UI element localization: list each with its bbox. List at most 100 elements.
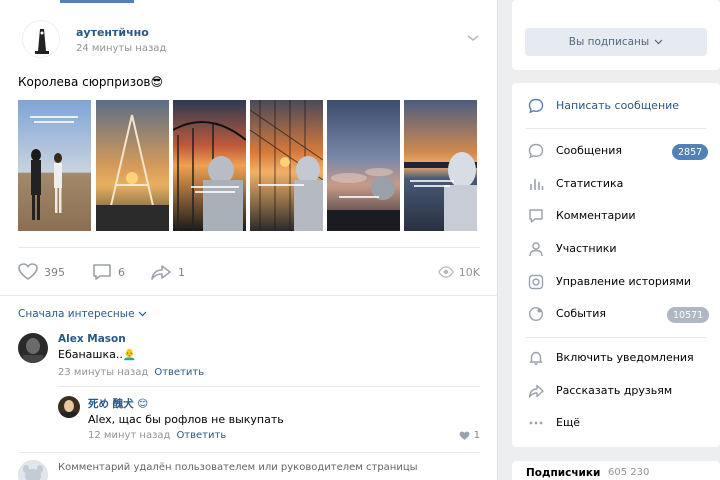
chat-icon [528,143,544,159]
comment-bubble-icon [93,264,111,280]
community-actions-menu: Написать сообщение Сообщения 2857 Статис… [512,83,720,447]
chevron-down-icon [138,311,146,317]
like-count: 395 [44,265,65,279]
messages-badge: 2857 [672,144,709,160]
menu-write-message[interactable]: Написать сообщение [512,91,720,121]
share-button[interactable]: 1 [150,262,185,282]
menu-label: События [556,307,607,320]
lighthouse-icon [23,21,59,57]
stats-icon [530,179,544,190]
deleted-comment-text: Комментарий удалён пользователем или рук… [58,462,418,473]
heart-icon [18,263,38,280]
chevron-down-icon [654,39,663,45]
heart-icon [459,431,470,440]
avatar[interactable] [18,333,48,363]
views-counter: 10K [438,262,480,282]
menu-comments[interactable]: Комментарии [512,201,720,231]
comment-count: 6 [118,265,125,279]
menu-events[interactable]: События 10571 [512,299,720,329]
photo-bridge-sunset-icon [173,100,246,231]
comment-divider [58,386,480,387]
post-actions: 395 6 1 10K [18,262,480,282]
followers-count: 605 230 [608,467,650,478]
eye-icon [438,266,454,278]
comment-time[interactable]: 23 минуты назад [58,367,148,378]
menu-stories[interactable]: Управление историями [512,267,720,297]
comment-text: Ебанашка..👨‍🦲 [58,348,137,361]
comment-reply-item: 死め 醜犬 😊 Alex, щас бы рофлов не выкупать … [58,394,480,444]
followers-card[interactable]: Подписчики 605 230 [512,461,720,480]
reply-button[interactable]: Ответить [176,430,226,441]
post-text: Королева сюрпризов😎 [18,75,163,89]
subscribed-button[interactable]: Вы подписаны [525,28,707,56]
menu-messages[interactable]: Сообщения 2857 [512,136,720,166]
menu-label: Рассказать друзьям [556,384,673,397]
photo-clouds-icon [327,100,400,231]
menu-divider [526,128,706,129]
menu-label: Написать сообщение [556,99,680,112]
menu-more[interactable]: Ещё [512,408,720,438]
menu-enable-notifications[interactable]: Включить уведомления [512,343,720,373]
comment-icon [529,209,543,223]
photo-river-hood-icon [404,100,477,231]
post-menu-chevron-icon[interactable] [466,28,480,41]
user-icon [529,242,543,257]
followers-label: Подписчики [526,467,601,479]
post-header: аутентйчно 24 минуты назад [18,18,488,62]
share-count: 1 [178,265,185,279]
subscribed-label: Вы подписаны [568,36,650,48]
comments-sort-dropdown[interactable]: Сначала интересные [18,308,147,320]
photo-3[interactable] [173,100,246,231]
tab-indicator [60,0,134,3]
bell-icon [529,351,543,365]
community-avatar[interactable] [22,20,60,58]
menu-statistics[interactable]: Статистика [512,169,720,199]
comment-author[interactable]: Alex Mason [58,333,126,345]
deleted-comment: Комментарий удалён пользователем или рук… [18,458,480,480]
more-icon [529,421,543,425]
photo-2[interactable] [96,100,169,231]
like-button[interactable]: 395 [18,262,65,282]
comment-author[interactable]: 死め 醜犬 😊 [88,396,148,411]
menu-label: Комментарии [556,209,636,222]
post-author[interactable]: аутентйчно [76,26,149,39]
comment-button[interactable]: 6 [92,262,125,282]
menu-label: Включить уведомления [556,351,694,364]
comment-text: Alex, щас бы рофлов не выкупать [88,413,284,426]
comments-divider [0,295,498,296]
menu-label: Сообщения [556,144,623,157]
menu-divider [526,337,706,338]
deactivated-dog-icon [18,460,48,480]
stories-icon [528,274,544,290]
menu-tell-friends[interactable]: Рассказать друзьям [512,376,720,406]
post-divider [18,247,480,248]
subscribe-card: Вы подписаны [512,0,720,70]
comment-meta: 23 минуты назад Ответить [58,367,204,378]
events-badge: 10571 [667,307,710,323]
avatar-placeholder [18,460,48,480]
user-photo-icon [58,396,80,418]
photo-5[interactable] [327,100,400,231]
sort-label: Сначала интересные [18,308,135,320]
post-time[interactable]: 24 минуты назад [76,43,166,54]
menu-members[interactable]: Участники [512,234,720,264]
photo-sunset-tent-icon [96,100,169,231]
photo-fence-sunset-icon [250,100,323,231]
avatar[interactable] [58,396,80,418]
photo-girls-beach-icon [18,100,91,231]
comment-like-button[interactable]: 1 [459,430,480,441]
views-count: 10K [458,265,480,279]
comment-divider [18,452,480,453]
comment-meta: 12 минут назад Ответить [88,430,226,441]
photo-6[interactable] [404,100,477,231]
reply-button[interactable]: Ответить [154,367,204,378]
message-icon [528,98,544,114]
comment-like-count: 1 [473,430,480,441]
menu-label: Статистика [556,177,624,190]
photo-4[interactable] [250,100,323,231]
photo-1[interactable] [18,100,91,231]
comment-time[interactable]: 12 минут назад [88,430,170,441]
events-icon [528,306,544,322]
menu-label: Участники [556,242,617,255]
post-card: аутентйчно 24 минуты назад Королева сюрп… [0,0,498,480]
